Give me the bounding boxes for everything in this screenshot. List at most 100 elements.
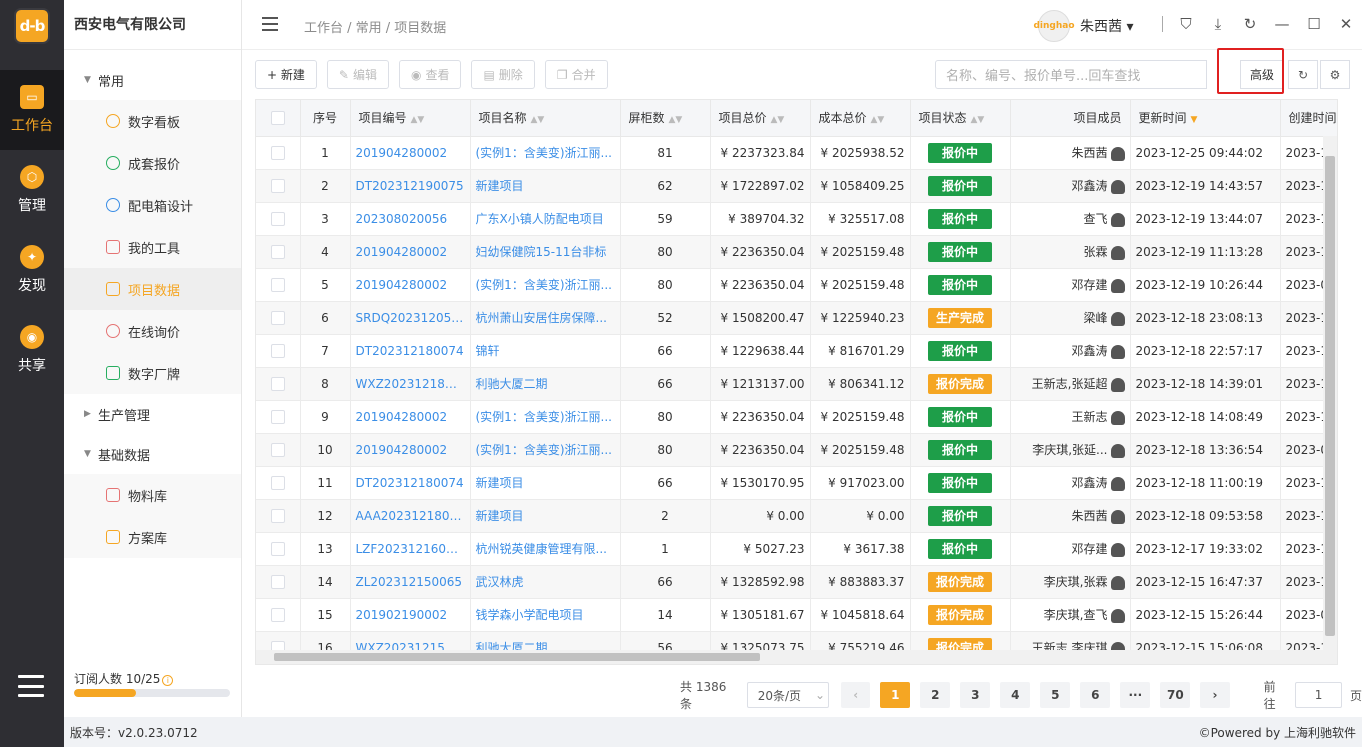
- project-no-link[interactable]: 201904280002: [350, 433, 471, 467]
- page-button[interactable]: 5: [1040, 682, 1071, 708]
- col-project-name[interactable]: 项目名称 ▲▼: [470, 100, 621, 137]
- next-page-button[interactable]: ›: [1200, 682, 1230, 708]
- project-name-link[interactable]: (实例1：含美变)浙江丽...: [470, 136, 621, 170]
- page-button[interactable]: 4: [1000, 682, 1031, 708]
- page-button[interactable]: 6: [1080, 682, 1111, 708]
- project-no-link[interactable]: LZF202312160416: [350, 532, 471, 566]
- row-checkbox[interactable]: [256, 268, 301, 302]
- nav-share[interactable]: ◉ 共享: [0, 310, 64, 390]
- row-checkbox[interactable]: [256, 202, 301, 236]
- sort-icon[interactable]: ▲▼: [771, 115, 785, 125]
- project-name-link[interactable]: 锦轩: [470, 334, 621, 368]
- sidebar-item-project-data[interactable]: 项目数据: [64, 268, 241, 310]
- table-settings-button[interactable]: ⚙: [1320, 60, 1350, 89]
- minimize-icon[interactable]: —: [1273, 15, 1291, 33]
- collapse-sidebar-icon[interactable]: [262, 17, 278, 31]
- project-no-link[interactable]: 201904280002: [350, 400, 471, 434]
- nav-manage[interactable]: ⬡ 管理: [0, 150, 64, 230]
- col-updated[interactable]: 更新时间 ▼: [1130, 100, 1281, 137]
- row-checkbox[interactable]: [256, 235, 301, 269]
- project-name-link[interactable]: 利驰大厦二期: [470, 367, 621, 401]
- sort-icon[interactable]: ▲▼: [669, 115, 683, 125]
- project-name-link[interactable]: 新建项目: [470, 466, 621, 500]
- project-name-link[interactable]: 新建项目: [470, 499, 621, 533]
- sidebar-group-production[interactable]: ▶ 生产管理: [64, 394, 241, 434]
- sidebar-item-quote[interactable]: 成套报价: [64, 142, 241, 184]
- search-input[interactable]: 名称、编号、报价单号...回车查找: [935, 60, 1207, 89]
- table-row[interactable]: 4 201904280002 妇幼保健院15-11台非标 80 ¥ 2236350.04…: [256, 235, 1337, 269]
- sort-desc-icon[interactable]: ▼: [1191, 115, 1198, 125]
- skin-icon[interactable]: ⛉: [1177, 15, 1195, 33]
- col-project-no[interactable]: 项目编号 ▲▼: [350, 100, 471, 137]
- project-name-link[interactable]: 广东X小镇人防配电项目: [470, 202, 621, 236]
- merge-button[interactable]: ❐ 合并: [544, 60, 608, 89]
- sidebar-item-schemes[interactable]: 方案库: [64, 516, 241, 558]
- col-created[interactable]: 创建时间: [1280, 100, 1337, 137]
- project-name-link[interactable]: 新建项目: [470, 169, 621, 203]
- project-no-link[interactable]: 201904280002: [350, 268, 471, 302]
- project-name-link[interactable]: (实例1：含美变)浙江丽...: [470, 400, 621, 434]
- project-no-link[interactable]: 201902190002: [350, 598, 471, 632]
- table-row[interactable]: 15 201902190002 钱学森小学配电项目 14 ¥ 1305181.67 ¥ 1…: [256, 598, 1337, 632]
- sidebar-item-inquiry[interactable]: 在线询价: [64, 310, 241, 352]
- prev-page-button[interactable]: ‹: [841, 682, 871, 708]
- maximize-icon[interactable]: ☐: [1305, 15, 1323, 33]
- delete-button[interactable]: ▤ 删除: [471, 60, 535, 89]
- project-no-link[interactable]: WXZ202312180059: [350, 367, 471, 401]
- new-button[interactable]: + 新建: [255, 60, 317, 89]
- goto-page-input[interactable]: 1: [1295, 682, 1342, 708]
- project-no-link[interactable]: AAA202312180071: [350, 499, 471, 533]
- row-checkbox[interactable]: [256, 400, 301, 434]
- page-button[interactable]: 2: [920, 682, 951, 708]
- table-row[interactable]: 9 201904280002 (实例1：含美变)浙江丽... 80 ¥ 2236350.…: [256, 400, 1337, 434]
- table-row[interactable]: 14 ZL202312150065 武汉林虎 66 ¥ 1328592.98 ¥ 8838…: [256, 565, 1337, 599]
- project-no-link[interactable]: 201904280002: [350, 235, 471, 269]
- horizontal-scrollbar[interactable]: [256, 650, 1337, 664]
- page-button[interactable]: 70: [1160, 682, 1191, 708]
- row-checkbox[interactable]: [256, 466, 301, 500]
- row-checkbox[interactable]: [256, 136, 301, 170]
- row-checkbox[interactable]: [256, 598, 301, 632]
- col-cabinets[interactable]: 屏柜数 ▲▼: [620, 100, 711, 137]
- refresh-table-button[interactable]: ↻: [1288, 60, 1318, 89]
- table-row[interactable]: 5 201904280002 (实例1：含美变)浙江丽... 80 ¥ 2236350.…: [256, 268, 1337, 302]
- download-icon[interactable]: ⤓: [1209, 15, 1227, 33]
- project-name-link[interactable]: (实例1：含美变)浙江丽...: [470, 268, 621, 302]
- refresh-icon[interactable]: ↻: [1241, 15, 1259, 33]
- table-row[interactable]: 8 WXZ202312180059 利驰大厦二期 66 ¥ 1213137.00 ¥ 80…: [256, 367, 1337, 401]
- col-cost-price[interactable]: 成本总价 ▲▼: [810, 100, 911, 137]
- table-row[interactable]: 13 LZF202312160416 杭州锐英健康管理有限... 1 ¥ 5027.23…: [256, 532, 1337, 566]
- table-row[interactable]: 2 DT202312190075 新建项目 62 ¥ 1722897.02 ¥ 10584…: [256, 169, 1337, 203]
- row-checkbox[interactable]: [256, 433, 301, 467]
- row-checkbox[interactable]: [256, 169, 301, 203]
- project-name-link[interactable]: (实例1：含美变)浙江丽...: [470, 433, 621, 467]
- project-no-link[interactable]: SRDQ202312050060: [350, 301, 471, 335]
- sort-icon[interactable]: ▲▼: [871, 115, 885, 125]
- table-row[interactable]: 7 DT202312180074 锦轩 66 ¥ 1229638.44 ¥ 816701.…: [256, 334, 1337, 368]
- page-button[interactable]: 3: [960, 682, 991, 708]
- table-row[interactable]: 12 AAA202312180071 新建项目 2 ¥ 0.00 ¥ 0.00 报价中 朱西茜…: [256, 499, 1337, 533]
- row-checkbox[interactable]: [256, 499, 301, 533]
- user-menu[interactable]: dinghao 朱西茜 ▾: [1033, 10, 1133, 42]
- project-no-link[interactable]: 201904280002: [350, 136, 471, 170]
- sort-icon[interactable]: ▲▼: [971, 115, 985, 125]
- sidebar-item-brand[interactable]: 数字厂牌: [64, 352, 241, 394]
- project-name-link[interactable]: 杭州锐英健康管理有限...: [470, 532, 621, 566]
- page-button[interactable]: 1: [880, 682, 911, 708]
- table-row[interactable]: 1 201904280002 (实例1：含美变)浙江丽... 81 ¥ 2237323.…: [256, 136, 1337, 170]
- page-size-select[interactable]: 20条/页 ⌄: [746, 682, 830, 708]
- col-total-price[interactable]: 项目总价 ▲▼: [710, 100, 811, 137]
- sidebar-item-box-design[interactable]: 配电箱设计: [64, 184, 241, 226]
- sidebar-item-tools[interactable]: 我的工具: [64, 226, 241, 268]
- project-name-link[interactable]: 钱学森小学配电项目: [470, 598, 621, 632]
- project-name-link[interactable]: 妇幼保健院15-11台非标: [470, 235, 621, 269]
- row-checkbox[interactable]: [256, 532, 301, 566]
- sidebar-item-materials[interactable]: 物料库: [64, 474, 241, 516]
- project-no-link[interactable]: DT202312180074: [350, 466, 471, 500]
- app-logo[interactable]: d-b: [14, 8, 50, 44]
- edit-button[interactable]: ✎ 编辑: [326, 60, 389, 89]
- sort-icon[interactable]: ▲▼: [531, 115, 545, 125]
- nav-workbench[interactable]: ▭ 工作台: [0, 70, 64, 150]
- row-checkbox[interactable]: [256, 565, 301, 599]
- view-button[interactable]: ◉ 查看: [398, 60, 462, 89]
